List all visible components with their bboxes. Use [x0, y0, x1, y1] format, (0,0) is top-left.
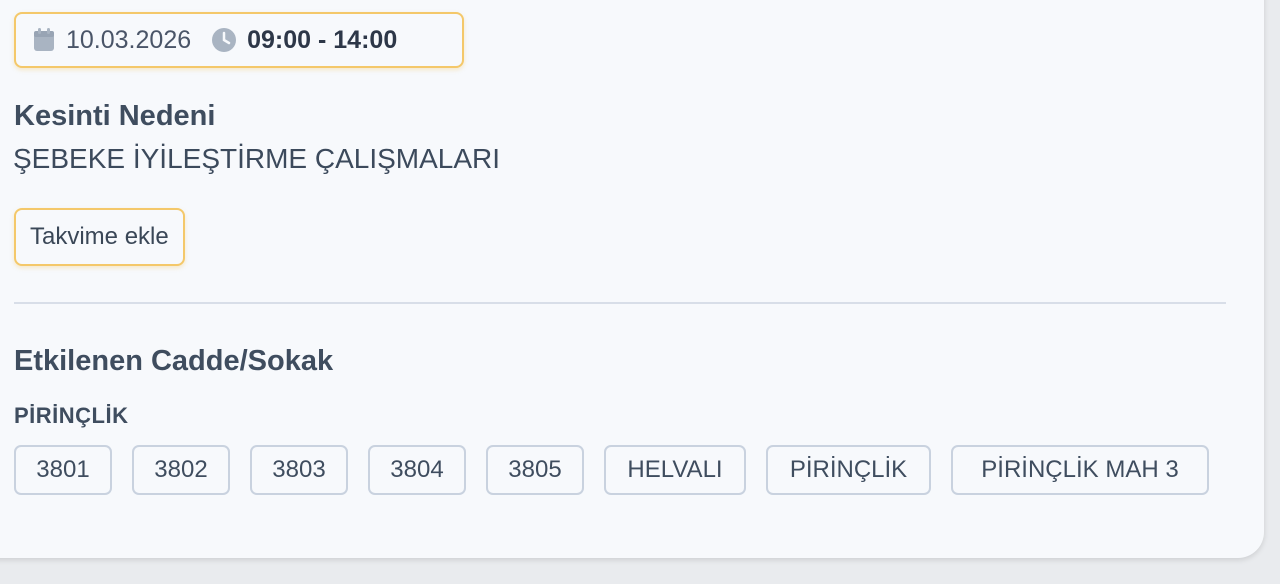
street-tags: 3801 3802 3803 3804 3805 HELVALI PİRİNÇL…	[14, 445, 1209, 495]
reason-heading: Kesinti Nedeni	[14, 100, 216, 132]
neighborhood-label: PİRİNÇLİK	[14, 403, 129, 428]
street-tag: 3802	[132, 445, 230, 495]
add-to-calendar-button[interactable]: Takvime ekle	[14, 208, 185, 266]
street-tag: PİRİNÇLİK	[766, 445, 931, 495]
affected-streets-heading: Etkilenen Cadde/Sokak	[14, 345, 334, 377]
street-tag: HELVALI	[604, 445, 746, 495]
card-content: 10.03.2026 09:00 - 14:00 Kesinti Nedeni …	[0, 0, 1264, 558]
outage-card: 10.03.2026 09:00 - 14:00 Kesinti Nedeni …	[0, 0, 1264, 558]
reason-value: ŞEBEKE İYİLEŞTİRME ÇALIŞMALARI	[13, 143, 501, 174]
street-tag: 3805	[486, 445, 584, 495]
street-tag: 3801	[14, 445, 112, 495]
street-tag: 3804	[368, 445, 466, 495]
section-divider	[14, 302, 1226, 304]
clock-icon	[211, 27, 237, 53]
outage-date: 10.03.2026	[66, 25, 192, 54]
street-tag: PİRİNÇLİK MAH 3	[951, 445, 1209, 495]
datetime-chip: 10.03.2026 09:00 - 14:00	[14, 12, 464, 68]
calendar-icon	[32, 27, 56, 53]
outage-time-range: 09:00 - 14:00	[247, 25, 398, 54]
street-tag: 3803	[250, 445, 348, 495]
